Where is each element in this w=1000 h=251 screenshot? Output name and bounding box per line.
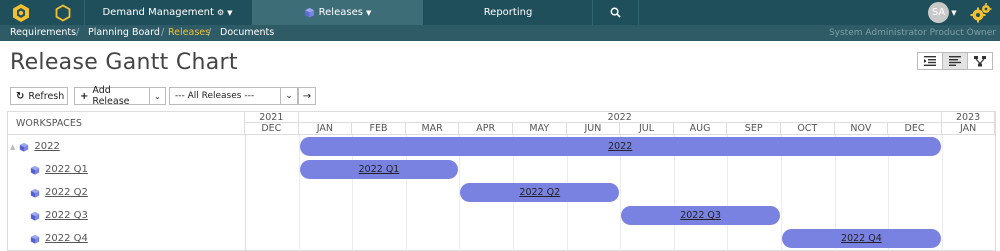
search-button[interactable] <box>592 0 638 25</box>
gears-icon <box>970 2 992 22</box>
arrow-right-icon: → <box>302 90 312 102</box>
release-cube-icon <box>30 234 40 244</box>
breadcrumb-documents[interactable]: Documents <box>220 25 274 41</box>
app-logo[interactable] <box>0 0 42 25</box>
month-header: JUN <box>566 123 621 135</box>
add-release-button[interactable]: + Add Release <box>74 85 150 107</box>
release-bar[interactable]: 2022 Q1 <box>299 160 459 179</box>
release-bar[interactable]: 2022 Q3 <box>621 206 780 225</box>
search-icon <box>610 7 621 18</box>
indent-list-icon <box>924 56 936 66</box>
chevron-down-icon: ⌄ <box>154 91 161 101</box>
month-header: JAN <box>941 123 996 135</box>
view-mindmap-button[interactable] <box>967 52 993 70</box>
label-column-divider <box>245 135 246 251</box>
release-link[interactable]: 2022 <box>34 141 59 152</box>
workspace-row-label: 2022 Q3 <box>8 204 245 227</box>
release-bar[interactable]: 2022 <box>299 137 941 156</box>
release-filter-value: --- All Releases --- <box>175 91 255 101</box>
month-header: FEB <box>352 123 406 135</box>
month-header: SEP <box>727 123 781 135</box>
breadcrumb: Requirements / Planning Board / Releases… <box>0 25 1000 41</box>
workspace-row-label: 2022 Q4 <box>8 227 245 250</box>
month-header: MAY <box>513 123 567 135</box>
breadcrumb-releases[interactable]: Releases <box>168 25 210 41</box>
avatar-initials: SA <box>931 7 946 18</box>
nav-releases-label: Releases <box>318 7 363 18</box>
gear-icon: ⚙ <box>216 8 225 17</box>
logo-icon <box>13 3 29 22</box>
month-gridline <box>298 135 300 251</box>
month-header: NOV <box>834 123 889 135</box>
chevron-down-icon: ⌄ <box>285 91 293 101</box>
nav-demand-management-label: Demand Management <box>102 7 214 18</box>
cube-icon <box>304 7 314 18</box>
month-header: JUL <box>620 123 674 135</box>
workspace-row-label: 2022 Q2 <box>8 181 245 204</box>
release-bar[interactable]: 2022 Q4 <box>782 229 941 248</box>
release-link[interactable]: 2022 Q3 <box>45 210 88 221</box>
breadcrumb-planning-board[interactable]: Planning Board <box>88 25 160 41</box>
user-role-info: System Administrator Product Owner <box>828 28 996 38</box>
year-header: 2022 <box>298 112 942 123</box>
release-link[interactable]: 2022 Q2 <box>45 187 88 198</box>
top-nav: Demand Management ⚙ ▼ Releases ▼ Reporti… <box>0 0 1000 25</box>
workspaces-header: WORKSPACES <box>8 112 245 135</box>
breadcrumb-requirements[interactable]: Requirements <box>10 25 76 41</box>
add-release-label: Add Release <box>92 85 130 107</box>
chevron-down-icon: ▼ <box>951 8 957 17</box>
release-filter-dropdown[interactable]: ⌄ <box>280 87 298 105</box>
release-filter-select[interactable]: --- All Releases --- <box>169 87 281 105</box>
release-cube-icon <box>30 211 40 221</box>
refresh-button[interactable]: ↻ Refresh <box>10 87 68 105</box>
breadcrumb-separator: / <box>161 27 165 38</box>
month-header: MAR <box>405 123 460 135</box>
nav-demand-management[interactable]: Demand Management ⚙ ▼ <box>84 0 251 25</box>
page-title: Release Gantt Chart <box>10 50 238 75</box>
refresh-icon: ↻ <box>16 90 25 102</box>
view-indent-button[interactable] <box>917 52 943 70</box>
release-link[interactable]: 2022 Q4 <box>45 233 88 244</box>
nav-releases[interactable]: Releases ▼ <box>252 0 423 25</box>
month-header: APR <box>459 123 513 135</box>
nav-reporting[interactable]: Reporting <box>424 0 592 25</box>
hexagon-icon <box>55 3 71 22</box>
month-header: AUG <box>673 123 728 135</box>
gantt-chart: WORKSPACES DEC JAN FEB MAR APR MAY JUN JUL AUG SE… <box>7 111 996 251</box>
release-bar[interactable]: 2022 Q2 <box>460 183 620 202</box>
breadcrumb-separator: / <box>76 27 80 38</box>
release-cube-icon <box>30 165 40 175</box>
release-link[interactable]: 2022 Q1 <box>45 164 88 175</box>
avatar[interactable]: SA <box>928 2 949 23</box>
month-header: DEC <box>245 123 299 135</box>
user-menu-toggle[interactable]: ▼ <box>950 0 958 25</box>
settings-button[interactable] <box>966 0 996 25</box>
view-gantt-button[interactable] <box>942 52 968 70</box>
chevron-down-icon: ▼ <box>365 8 372 17</box>
nav-divider <box>638 0 639 25</box>
month-header: OCT <box>781 123 835 135</box>
workspace-row-label: 2022 Q1 <box>8 158 245 181</box>
month-gridline <box>941 135 943 251</box>
breadcrumb-separator: / <box>208 27 212 38</box>
release-cube-icon <box>20 142 29 152</box>
workspace-row-label: ▲ 2022 <box>8 135 245 158</box>
release-cube-icon <box>30 188 40 198</box>
year-header: 2021 <box>245 112 299 123</box>
year-header: 2023 <box>941 112 996 123</box>
gantt-lines-icon <box>949 56 961 66</box>
add-release-dropdown[interactable]: ⌄ <box>149 87 166 105</box>
workspace-switcher[interactable] <box>42 0 84 25</box>
collapse-triangle-icon[interactable]: ▲ <box>10 143 15 151</box>
refresh-label: Refresh <box>28 90 65 102</box>
chevron-down-icon: ▼ <box>227 8 233 17</box>
nav-reporting-label: Reporting <box>483 7 533 18</box>
month-header: JAN <box>298 123 353 135</box>
sitemap-icon <box>974 55 986 66</box>
month-header: DEC <box>888 123 942 135</box>
go-button[interactable]: → <box>298 87 316 105</box>
plus-icon: + <box>80 90 89 102</box>
